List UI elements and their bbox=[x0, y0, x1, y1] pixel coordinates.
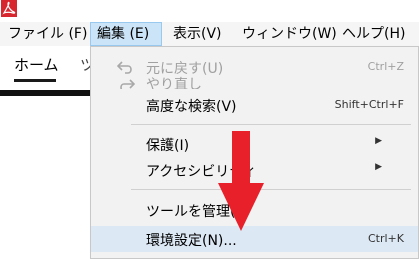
menu-separator bbox=[131, 124, 411, 125]
menu-help[interactable]: ヘルプ(H) bbox=[336, 22, 411, 46]
app-window: ファイル (F) 編集 (E) 表示(V) ウィンドウ(W) ヘルプ(H) ホー… bbox=[0, 0, 419, 259]
title-bar bbox=[0, 0, 419, 20]
chevron-right-icon: ▶ bbox=[375, 136, 382, 146]
menu-edit[interactable]: 編集 (E) bbox=[90, 22, 162, 46]
menu-item-label: 保護(I) bbox=[146, 138, 190, 154]
menu-file[interactable]: ファイル (F) bbox=[2, 22, 93, 46]
menu-item-redo[interactable]: やり直し bbox=[91, 75, 418, 89]
active-tab-indicator bbox=[14, 79, 56, 82]
menu-item-label: やり直し bbox=[146, 77, 202, 89]
menu-item-label: 環境設定(N)... bbox=[146, 233, 237, 249]
menu-view[interactable]: 表示(V) bbox=[167, 22, 228, 46]
shortcut-label: Ctrl+K bbox=[367, 232, 404, 245]
acrobat-icon bbox=[1, 0, 17, 17]
menu-separator bbox=[131, 189, 411, 190]
red-down-arrow bbox=[218, 131, 264, 231]
menu-window[interactable]: ウィンドウ(W) bbox=[236, 22, 343, 46]
menu-item-advanced-search[interactable]: 高度な検索(V) Shift+Ctrl+F bbox=[91, 92, 418, 118]
tab-home[interactable]: ホーム bbox=[14, 54, 59, 75]
redo-icon bbox=[120, 79, 135, 89]
chevron-right-icon: ▶ bbox=[375, 162, 382, 172]
menu-item-label: 高度な検索(V) bbox=[146, 99, 237, 115]
menu-bar: ファイル (F) 編集 (E) 表示(V) ウィンドウ(W) ヘルプ(H) bbox=[0, 22, 419, 47]
shortcut-label: Shift+Ctrl+F bbox=[334, 98, 404, 111]
shortcut-label: Ctrl+Z bbox=[367, 60, 404, 73]
undo-icon bbox=[117, 61, 132, 74]
